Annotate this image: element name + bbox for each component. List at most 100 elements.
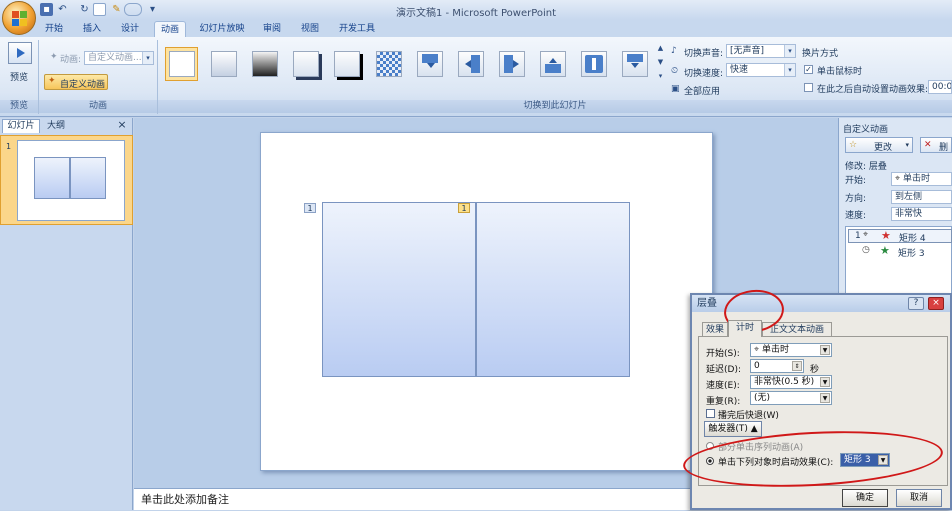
star-icon: ☆ <box>849 140 858 150</box>
chevron-down-icon: ▼ <box>820 393 830 403</box>
auto-time-input[interactable]: 00:00 <box>928 80 952 94</box>
custom-animation-icon: ✦ <box>48 76 56 86</box>
delete-button[interactable]: ✕ 删 <box>920 137 952 153</box>
change-button-label: 更改 <box>874 143 893 153</box>
on-click-checkbox[interactable]: ✓ <box>804 65 813 74</box>
animation-list-item-1[interactable]: 1 ⌖ ★ 矩形 4 <box>848 229 952 244</box>
gallery-down-icon[interactable]: ▼ <box>656 58 665 70</box>
transition-none[interactable] <box>165 47 198 81</box>
mouse-icon: ⌖ <box>895 174 903 184</box>
list-index: 1 <box>855 231 861 241</box>
animation-list-item-2[interactable]: ◷ ★ 矩形 3 <box>848 244 952 259</box>
ok-button[interactable]: 确定 <box>842 489 888 507</box>
delay-value: 0 <box>754 361 760 371</box>
transition-group-label: 切换到此幻灯片 <box>158 100 952 113</box>
tab-home[interactable]: 开始 <box>40 21 68 37</box>
trigger-button[interactable]: 触发器(T) ▲ <box>704 421 762 437</box>
chevron-down-icon: ▼ <box>820 345 830 355</box>
start-select-value: 单击时 <box>761 345 789 355</box>
transition-wipe-down[interactable] <box>413 47 446 81</box>
delay-label: 延迟(D): <box>706 365 741 375</box>
help-button[interactable]: ? <box>908 297 924 310</box>
mouse-icon: ⌖ <box>754 345 762 355</box>
custom-animation-button[interactable]: ✦ 自定义动画 <box>44 74 108 90</box>
repeat-select[interactable]: (无) ▼ <box>750 391 832 405</box>
chevron-down-icon: ▾ <box>142 52 153 64</box>
delay-input[interactable]: 0 ⇕ <box>750 359 804 373</box>
office-logo-icon <box>12 11 27 26</box>
transition-wipe-left[interactable] <box>454 47 487 81</box>
delete-icon: ✕ <box>924 140 932 150</box>
notes-pane[interactable]: 单击此处添加备注 <box>134 488 690 510</box>
start-select[interactable]: ⌖ 单击时 <box>891 172 952 186</box>
rectangle-4[interactable] <box>476 202 630 377</box>
auto-advance-label: 在此之后自动设置动画效果: <box>817 85 929 95</box>
slide-thumbnail[interactable] <box>17 140 125 221</box>
tab-slideshow[interactable]: 幻灯片放映 <box>196 21 248 37</box>
custom-animation-title: 自定义动画 <box>843 125 889 135</box>
tab-animation[interactable]: 动画 <box>154 21 186 37</box>
tab-developer[interactable]: 开发工具 <box>334 21 380 37</box>
apply-all-icon: ▣ <box>671 84 680 94</box>
speed-select[interactable]: 非常快(0.5 秒) ▼ <box>750 375 832 389</box>
transition-cut-black[interactable] <box>330 47 363 81</box>
chevron-down-icon: ▼ <box>820 377 830 387</box>
tab-design[interactable]: 设计 <box>116 21 144 37</box>
office-button[interactable] <box>2 1 36 35</box>
transition-split[interactable] <box>577 47 610 81</box>
animation-select[interactable]: 自定义动画... ▾ <box>84 51 154 65</box>
start-select[interactable]: ⌖ 单击时 ▼ <box>750 343 832 357</box>
start-select-value: 单击时 <box>902 174 930 184</box>
tab-effect[interactable]: 效果 <box>702 322 728 337</box>
speed-label-pane: 速度: <box>845 211 867 221</box>
change-button[interactable]: ☆ 更改 ▾ <box>845 137 913 153</box>
preview-icon[interactable] <box>8 42 32 64</box>
rewind-label: 播完后快退(W) <box>718 411 779 421</box>
transition-wipe-right[interactable] <box>495 47 528 81</box>
gallery-more-icon[interactable]: ▾ <box>656 72 665 84</box>
gallery-up-icon[interactable]: ▲ <box>656 44 665 56</box>
speed-select-value: 非常快(0.5 秒) <box>754 377 815 387</box>
custom-animation-label: 自定义动画 <box>60 80 106 90</box>
transition-dissolve[interactable] <box>372 47 405 81</box>
preview-group-label: 预览 <box>0 100 38 113</box>
tab-outline[interactable]: 大纲 <box>40 120 72 133</box>
tab-slides[interactable]: 幻灯片 <box>2 119 40 133</box>
close-icon[interactable]: × <box>116 118 128 132</box>
sound-select[interactable]: [无声音] ▾ <box>726 44 796 58</box>
transition-wipe-up[interactable] <box>536 47 569 81</box>
rewind-checkbox[interactable] <box>706 409 715 418</box>
animation-label: 动画: <box>60 55 82 65</box>
animation-tag-selected[interactable]: 1 <box>458 203 470 213</box>
cancel-button[interactable]: 取消 <box>896 489 942 507</box>
tab-review[interactable]: 审阅 <box>258 21 286 37</box>
apply-all-button[interactable]: 全部应用 <box>684 84 720 97</box>
auto-advance-checkbox[interactable] <box>804 83 813 92</box>
window-title: 演示文稿1 - Microsoft PowerPoint <box>395 8 557 19</box>
sound-label: 切换声音: <box>684 49 724 59</box>
delete-button-label: 删 <box>939 143 949 153</box>
tab-view[interactable]: 视图 <box>296 21 324 37</box>
speed-select[interactable]: 快速 ▾ <box>726 63 796 77</box>
clock-icon: ◷ <box>862 245 870 255</box>
transition-fade-black[interactable] <box>248 47 281 81</box>
speed-select-pane[interactable]: 非常快 <box>891 207 952 221</box>
direction-select[interactable]: 到左侧 <box>891 190 952 204</box>
chevron-down-icon: ▾ <box>784 45 795 57</box>
transition-wipe-down-2[interactable] <box>618 47 651 81</box>
transition-fade-smooth[interactable] <box>207 47 240 81</box>
tab-insert[interactable]: 插入 <box>78 21 106 37</box>
close-icon[interactable]: × <box>928 297 944 310</box>
slide-number: 1 <box>6 142 12 151</box>
repeat-label: 重复(R): <box>706 397 741 407</box>
advance-title: 换片方式 <box>802 49 839 59</box>
spinner-icon[interactable]: ⇕ <box>792 361 802 371</box>
animation-tag[interactable]: 1 <box>304 203 316 213</box>
chevron-down-icon: ▾ <box>784 64 795 76</box>
tab-timing[interactable]: 计时 <box>728 320 762 337</box>
transition-cut[interactable] <box>289 47 322 81</box>
rectangle-3[interactable] <box>322 202 476 377</box>
animation-select-value: 自定义动画... <box>88 53 142 63</box>
mouse-icon: ⌖ <box>863 230 869 240</box>
preview-button[interactable]: 预览 <box>10 70 28 83</box>
